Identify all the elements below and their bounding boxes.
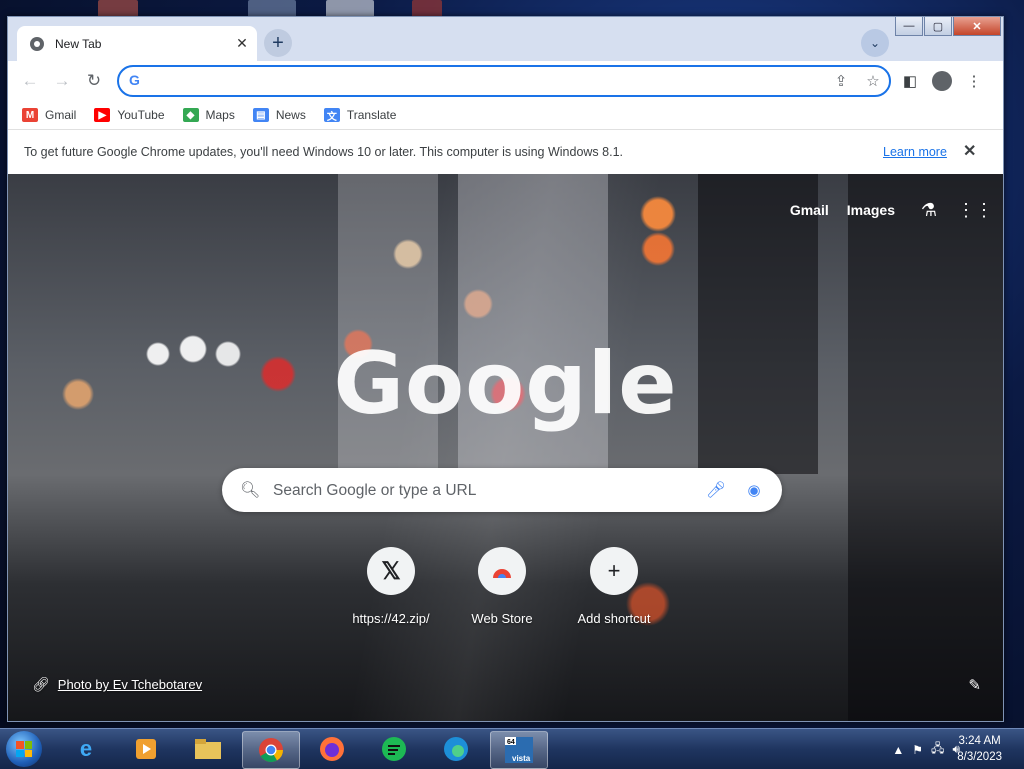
bookmark-news[interactable]: ▤ News xyxy=(252,108,306,122)
system-tray: ▲ ⚑ 🖧︎ 🔊︎ xyxy=(892,739,960,760)
address-bar[interactable]: G ⇪ ☆ xyxy=(117,65,891,97)
action-center-flag-icon[interactable]: ⚑ xyxy=(912,743,923,757)
address-input[interactable] xyxy=(151,71,795,93)
start-button[interactable] xyxy=(6,731,42,767)
ntp-top-links: Gmail Images ⚗ ⋮⋮ xyxy=(772,198,993,222)
update-infobar: To get future Google Chrome updates, you… xyxy=(8,129,1003,176)
tab-search-button[interactable]: ⌄ xyxy=(861,29,889,57)
web-store-icon xyxy=(478,547,526,595)
minimize-button[interactable]: — xyxy=(895,17,923,36)
window-controls: — ▢ ✕ xyxy=(894,17,1001,36)
share-icon[interactable]: ⇪ xyxy=(831,71,851,91)
close-window-button[interactable]: ✕ xyxy=(953,17,1001,36)
media-player-icon[interactable] xyxy=(118,731,174,767)
microphone-icon[interactable]: 🎤︎ xyxy=(706,480,726,500)
gmail-icon: M xyxy=(22,108,38,122)
gmail-link[interactable]: Gmail xyxy=(790,202,829,218)
infobar-message: To get future Google Chrome updates, you… xyxy=(24,145,623,159)
clock-date: 8/3/2023 xyxy=(957,751,1002,763)
search-icon: 🔍︎ xyxy=(240,482,261,499)
bookmarks-bar: M Gmail ▶ YouTube ◆ Maps ▤ News 文 Transl… xyxy=(8,101,1003,129)
photo-credit[interactable]: 🔗︎ Photo by Ev Tchebotarev xyxy=(32,676,202,693)
link-icon: 🔗︎ xyxy=(32,676,50,692)
google-g-icon: G xyxy=(129,72,140,88)
add-shortcut-tile[interactable]: + Add shortcut xyxy=(558,547,670,626)
photo-credit-text: Photo by Ev Tchebotarev xyxy=(57,677,203,692)
tray-expand-icon[interactable]: ▲ xyxy=(892,743,904,757)
tab-new-tab[interactable]: New Tab ✕ xyxy=(17,26,257,61)
news-icon: ▤ xyxy=(252,108,269,122)
chrome-favicon-icon xyxy=(30,36,44,51)
side-panel-button[interactable]: ◧ xyxy=(898,69,922,93)
profile-button[interactable] xyxy=(930,69,954,93)
tab-strip: New Tab ✕ + ⌄ — ▢ ✕ xyxy=(8,17,1003,61)
edge-icon[interactable] xyxy=(428,731,484,767)
reload-button[interactable]: ↻ xyxy=(82,69,106,93)
maximize-button[interactable]: ▢ xyxy=(924,17,952,36)
bookmark-label: News xyxy=(275,108,306,122)
vista-app-icon[interactable]: 64 vista xyxy=(490,731,548,769)
bookmark-youtube[interactable]: ▶ YouTube xyxy=(94,108,165,122)
bookmark-label: YouTube xyxy=(117,108,165,122)
sheets-app-icon[interactable] xyxy=(366,731,422,767)
bookmark-translate[interactable]: 文 Translate xyxy=(323,108,397,123)
translate-icon: 文 xyxy=(323,108,340,123)
maps-icon: ◆ xyxy=(182,108,199,122)
google-logo: Google xyxy=(333,334,678,434)
windows-logo-icon xyxy=(16,741,32,757)
bookmark-maps[interactable]: ◆ Maps xyxy=(182,108,235,122)
plus-icon: + xyxy=(590,547,638,595)
images-link[interactable]: Images xyxy=(847,202,895,218)
new-tab-button[interactable]: + xyxy=(264,29,292,57)
internet-explorer-icon[interactable]: e xyxy=(58,731,114,767)
menu-kebab-icon[interactable]: ⋮ xyxy=(962,69,986,93)
shortcut-label: Add shortcut xyxy=(577,611,651,626)
infobar-close-icon[interactable]: ✕ xyxy=(963,141,976,161)
svg-text:vista: vista xyxy=(512,754,531,763)
svg-text:64: 64 xyxy=(507,739,515,746)
x-logo-icon: 𝕏 xyxy=(367,547,415,595)
ntp-search-box[interactable]: 🔍︎ Search Google or type a URL 🎤︎ ◉ xyxy=(222,468,782,512)
bookmark-star-icon[interactable]: ☆ xyxy=(863,71,883,91)
toolbar: ← → ↻ G ⇪ ☆ ◧ ⋮ xyxy=(8,61,1003,101)
youtube-icon: ▶ xyxy=(94,108,111,122)
windows-taskbar: e 64 vista ▲ ⚑ 🖧︎ 🔊︎ 3:24 AM 8/3/2023 xyxy=(0,728,1024,769)
file-explorer-icon[interactable] xyxy=(180,731,236,767)
back-button[interactable]: ← xyxy=(18,69,42,93)
chrome-window: New Tab ✕ + ⌄ — ▢ ✕ ← → ↻ G ⇪ ☆ ◧ ⋮ M Gm… xyxy=(7,16,1004,722)
firefox-icon[interactable] xyxy=(304,731,360,767)
learn-more-link[interactable]: Learn more xyxy=(883,145,947,159)
tab-close-icon[interactable]: ✕ xyxy=(231,33,253,55)
chrome-taskbar-icon[interactable] xyxy=(242,731,300,769)
forward-button[interactable]: → xyxy=(50,69,74,93)
new-tab-page: Gmail Images ⚗ ⋮⋮ Google 🔍︎ Search Googl… xyxy=(8,174,1003,721)
taskbar-clock[interactable]: 3:24 AM 8/3/2023 xyxy=(957,733,1002,765)
shortcut-label: https://42.zip/ xyxy=(352,611,430,626)
search-placeholder: Search Google or type a URL xyxy=(273,482,477,499)
clock-time: 3:24 AM xyxy=(958,735,1001,747)
network-icon[interactable]: 🖧︎ xyxy=(931,739,944,760)
avatar xyxy=(932,71,952,91)
apps-grid-icon[interactable]: ⋮⋮ xyxy=(957,198,993,222)
customize-pencil-icon[interactable]: ✎ xyxy=(968,676,981,694)
labs-flask-icon[interactable]: ⚗ xyxy=(917,198,941,222)
shortcut-tile[interactable]: 𝕏 https://42.zip/ xyxy=(335,547,447,626)
shortcut-tile[interactable]: Web Store xyxy=(446,547,558,626)
bookmark-label: Translate xyxy=(346,108,397,122)
shortcut-label: Web Store xyxy=(471,611,533,626)
tab-title: New Tab xyxy=(55,36,102,51)
bookmark-label: Maps xyxy=(205,108,235,122)
bookmark-gmail[interactable]: M Gmail xyxy=(22,108,76,122)
bookmark-label: Gmail xyxy=(45,108,77,122)
camera-lens-icon[interactable]: ◉ xyxy=(744,480,764,500)
